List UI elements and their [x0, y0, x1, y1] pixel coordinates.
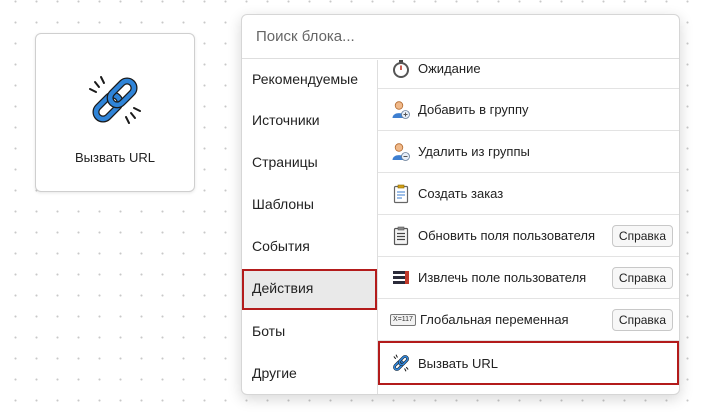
category-pages[interactable]: Страницы [242, 143, 377, 181]
category-sources[interactable]: Источники [242, 101, 377, 139]
block-label: Удалить из группы [418, 144, 530, 159]
call-url-node[interactable]: Вызвать URL [35, 33, 195, 192]
block-picker-panel: Поиск блока... Рекомендуемые Источники С… [241, 14, 680, 395]
block-update-user-fields[interactable]: Обновить поля пользователя Справка [378, 215, 679, 257]
user-remove-icon [390, 141, 412, 163]
variable-badge: X=117 [390, 313, 416, 326]
category-events[interactable]: События [242, 227, 377, 265]
list-icon [390, 267, 412, 289]
block-global-variable[interactable]: X=117 Глобальная переменная Справка [378, 299, 679, 341]
block-wait[interactable]: Ожидание [378, 49, 679, 89]
category-templates[interactable]: Шаблоны [242, 185, 377, 223]
category-other[interactable]: Другие [242, 354, 377, 392]
clipboard-list-icon [390, 225, 412, 247]
category-actions[interactable]: Действия [242, 269, 377, 310]
help-button[interactable]: Справка [611, 308, 673, 331]
category-bots[interactable]: Боты [242, 312, 377, 350]
link-icon [89, 76, 141, 124]
block-create-order[interactable]: Создать заказ [378, 173, 679, 215]
category-recommended[interactable]: Рекомендуемые [242, 60, 377, 98]
block-call-url[interactable]: Вызвать URL [378, 341, 679, 385]
block-label: Ожидание [418, 61, 481, 76]
block-extract-user-field[interactable]: Извлечь поле пользователя Справка [378, 257, 679, 299]
block-add-to-group[interactable]: Добавить в группу [378, 89, 679, 131]
block-label: Создать заказ [418, 186, 504, 201]
variable-icon: X=117 [390, 309, 416, 331]
help-button[interactable]: Справка [611, 224, 673, 247]
block-label: Извлечь поле пользователя [418, 270, 587, 285]
category-list: Рекомендуемые Источники Страницы Шаблоны… [242, 60, 378, 394]
block-label: Добавить в группу [418, 102, 529, 117]
block-list: Ожидание Добавить в группу Удалить из гр… [378, 59, 679, 394]
node-label: Вызвать URL [74, 150, 156, 165]
stopwatch-icon [390, 58, 412, 80]
block-remove-from-group[interactable]: Удалить из группы [378, 131, 679, 173]
block-label: Обновить поля пользователя [418, 228, 596, 243]
block-label: Глобальная переменная [420, 312, 569, 327]
user-add-icon [390, 99, 412, 121]
help-button[interactable]: Справка [611, 266, 673, 289]
clipboard-icon [390, 183, 412, 205]
link-icon [390, 352, 412, 374]
block-label: Вызвать URL [418, 355, 499, 371]
